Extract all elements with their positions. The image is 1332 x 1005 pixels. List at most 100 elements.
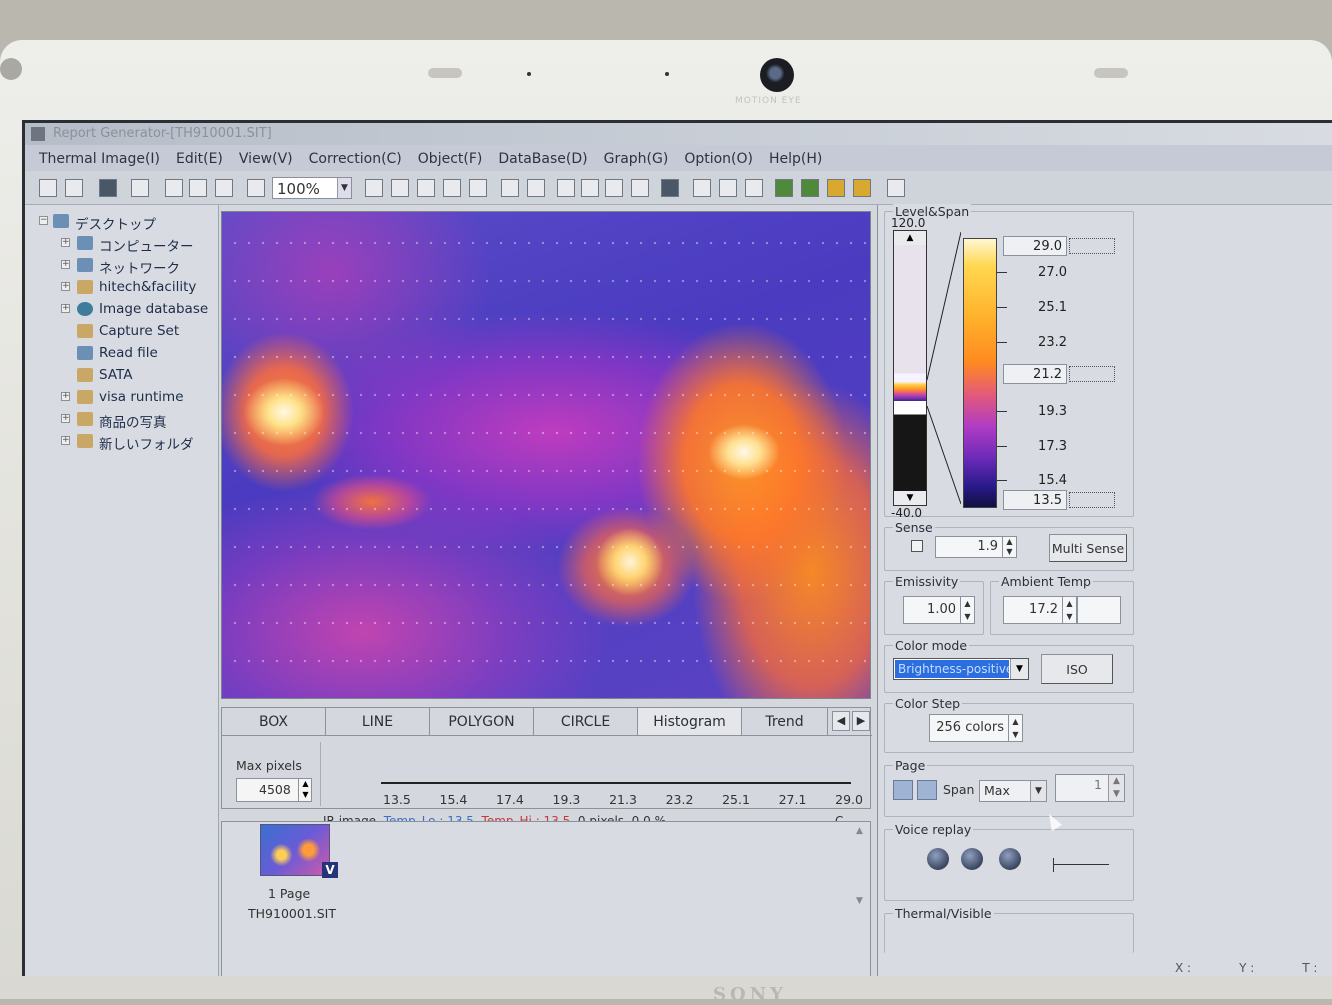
cut-icon[interactable] bbox=[165, 179, 183, 197]
frame-alt-icon[interactable] bbox=[581, 179, 599, 197]
menu-database[interactable]: DataBase(D) bbox=[498, 151, 587, 171]
tab-line[interactable]: LINE bbox=[326, 708, 430, 735]
expand-icon[interactable]: + bbox=[61, 392, 70, 401]
line-tool-icon[interactable] bbox=[417, 179, 435, 197]
pointer-icon[interactable] bbox=[501, 179, 519, 197]
chevron-down-icon[interactable]: ▼ bbox=[337, 178, 351, 198]
open-icon[interactable] bbox=[39, 179, 57, 197]
ambient-stepper[interactable]: ▲ ▼ bbox=[1062, 597, 1076, 623]
polygon-tool-icon[interactable] bbox=[443, 179, 461, 197]
expand-icon[interactable]: + bbox=[61, 414, 70, 423]
expand-icon[interactable]: + bbox=[61, 282, 70, 291]
span-select[interactable]: Max ▼ bbox=[979, 780, 1047, 802]
sense-field[interactable]: 1.9 ▲ ▼ bbox=[935, 536, 1017, 558]
upper-temp-stepper[interactable] bbox=[1069, 238, 1115, 254]
lower-temp-field[interactable]: 13.5 bbox=[1003, 490, 1067, 510]
stop-voice-icon[interactable] bbox=[999, 848, 1021, 870]
menu-edit[interactable]: Edit(E) bbox=[176, 151, 223, 171]
tree-item-computer[interactable]: + コンピューター bbox=[25, 233, 218, 255]
chevron-right-icon[interactable]: ▶ bbox=[852, 711, 870, 731]
scrollbar[interactable]: ▲ ▼ bbox=[856, 826, 868, 936]
menu-object[interactable]: Object(F) bbox=[418, 151, 483, 171]
ambient-fine-stepper[interactable] bbox=[1077, 596, 1121, 624]
visible-image-icon[interactable] bbox=[661, 179, 679, 197]
level-temp-stepper[interactable] bbox=[1069, 366, 1115, 382]
sense-checkbox[interactable] bbox=[911, 540, 923, 552]
expand-icon[interactable]: + bbox=[61, 260, 70, 269]
menu-help[interactable]: Help(H) bbox=[769, 151, 822, 171]
tree-item-product-photos[interactable]: + 商品の写真 bbox=[25, 409, 218, 431]
tree-item-capture-set[interactable]: Capture Set bbox=[25, 321, 218, 343]
tab-trend[interactable]: Trend bbox=[742, 708, 828, 735]
chevron-down-icon[interactable]: ▼ bbox=[1030, 781, 1046, 801]
tab-circle[interactable]: CIRCLE bbox=[534, 708, 638, 735]
play-icon[interactable] bbox=[893, 780, 913, 800]
max-pixels-stepper[interactable]: ▲ ▼ bbox=[298, 778, 312, 802]
volume-slider-handle[interactable] bbox=[1053, 858, 1054, 872]
menu-view[interactable]: View(V) bbox=[239, 151, 293, 171]
iso-button[interactable]: ISO bbox=[1041, 654, 1113, 684]
stop-icon[interactable] bbox=[917, 780, 937, 800]
page-field[interactable]: 1 ▲ ▼ bbox=[1055, 774, 1125, 802]
chevron-down-icon[interactable]: ▼ bbox=[1010, 659, 1028, 679]
multi-sense-button[interactable]: Multi Sense bbox=[1049, 534, 1127, 562]
menu-option[interactable]: Option(O) bbox=[684, 151, 753, 171]
thumbnail-image[interactable] bbox=[260, 824, 330, 876]
image-landscape-icon[interactable] bbox=[801, 179, 819, 197]
color-mode-select[interactable]: Brightness-positive ▼ bbox=[893, 658, 1029, 680]
record-icon[interactable] bbox=[927, 848, 949, 870]
chevron-left-icon[interactable]: ◀ bbox=[832, 711, 850, 731]
tree-item-visa-runtime[interactable]: + visa runtime bbox=[25, 387, 218, 409]
crop-icon[interactable] bbox=[605, 179, 623, 197]
print-icon[interactable] bbox=[131, 179, 149, 197]
frame-icon[interactable] bbox=[557, 179, 575, 197]
menu-thermal-image[interactable]: Thermal Image(I) bbox=[39, 151, 160, 171]
save-icon[interactable] bbox=[99, 179, 117, 197]
zoom-icon[interactable] bbox=[247, 179, 265, 197]
select-area-icon[interactable] bbox=[527, 179, 545, 197]
crosshair-tool-icon[interactable] bbox=[365, 179, 383, 197]
color-step-stepper[interactable]: ▲ ▼ bbox=[1008, 715, 1022, 741]
emissivity-field[interactable]: 1.00 ▲ ▼ bbox=[903, 596, 975, 624]
circle-tool-icon[interactable] bbox=[469, 179, 487, 197]
zoom-select[interactable]: 100% ▼ bbox=[272, 177, 352, 199]
tree-item-hitech-facility[interactable]: + hitech&facility bbox=[25, 277, 218, 299]
color-step-field[interactable]: 256 colors ▲ ▼ bbox=[929, 714, 1023, 742]
tree-item-image-database[interactable]: + Image database bbox=[25, 299, 218, 321]
thermal-image[interactable] bbox=[221, 211, 871, 699]
sense-stepper[interactable]: ▲ ▼ bbox=[1002, 537, 1016, 557]
report-icon[interactable] bbox=[887, 179, 905, 197]
play-voice-icon[interactable] bbox=[961, 848, 983, 870]
upper-temp-field[interactable]: 29.0 bbox=[1003, 236, 1067, 256]
paste-icon[interactable] bbox=[215, 179, 233, 197]
tree-item-new-folder[interactable]: + 新しいフォルダ bbox=[25, 431, 218, 453]
arrow-up-icon[interactable]: ▲ bbox=[894, 231, 926, 245]
collapse-icon[interactable]: − bbox=[39, 216, 48, 225]
lower-temp-stepper[interactable] bbox=[1069, 492, 1115, 508]
arrow-down-icon[interactable]: ▼ bbox=[894, 491, 926, 505]
sort-icon[interactable] bbox=[719, 179, 737, 197]
tree-item-sata[interactable]: SATA bbox=[25, 365, 218, 387]
export-icon[interactable] bbox=[631, 179, 649, 197]
range-bar[interactable]: ▲ ▼ bbox=[893, 230, 927, 506]
tree-item-read-file[interactable]: Read file bbox=[25, 343, 218, 365]
menu-correction[interactable]: Correction(C) bbox=[309, 151, 402, 171]
menu-graph[interactable]: Graph(G) bbox=[604, 151, 669, 171]
tab-histogram[interactable]: Histogram bbox=[638, 708, 742, 735]
tab-box[interactable]: BOX bbox=[222, 708, 326, 735]
document-icon[interactable] bbox=[693, 179, 711, 197]
page-stepper[interactable]: ▲ ▼ bbox=[1108, 775, 1124, 801]
level-temp-field[interactable]: 21.2 bbox=[1003, 364, 1067, 384]
copy-icon[interactable] bbox=[189, 179, 207, 197]
box-tool-icon[interactable] bbox=[391, 179, 409, 197]
expand-icon[interactable]: + bbox=[61, 238, 70, 247]
open-multi-icon[interactable] bbox=[65, 179, 83, 197]
image-compare-icon[interactable] bbox=[827, 179, 845, 197]
volume-slider-track[interactable] bbox=[1053, 864, 1109, 865]
expand-icon[interactable]: + bbox=[61, 304, 70, 313]
table-icon[interactable] bbox=[745, 179, 763, 197]
tab-polygon[interactable]: POLYGON bbox=[430, 708, 534, 735]
palette-icon[interactable] bbox=[853, 179, 871, 197]
ambient-field[interactable]: 17.2 ▲ ▼ bbox=[1003, 596, 1077, 624]
tree-item-network[interactable]: + ネットワーク bbox=[25, 255, 218, 277]
